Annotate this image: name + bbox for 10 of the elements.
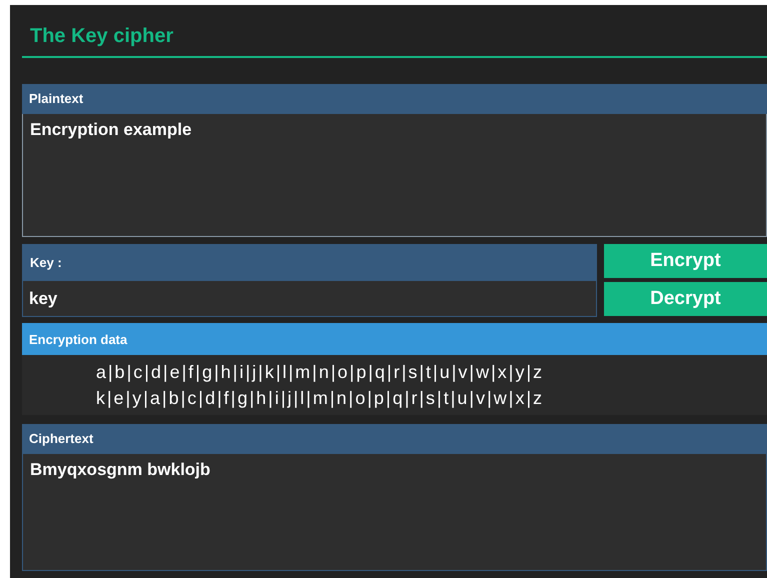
section-header: Ciphertext bbox=[22, 424, 767, 454]
ciphertext-field[interactable]: Bmyqxosgnm bwklojb bbox=[22, 454, 767, 571]
section-header: Encryption data bbox=[22, 323, 767, 355]
key-field[interactable]: key bbox=[23, 281, 596, 316]
plaintext-field[interactable]: Encryption example bbox=[22, 114, 767, 237]
alphabet-row-text: a|b|c|d|e|f|g|h|i|j|k|l|m|n|o|p|q|r|s|t|u|v|w|x|y|z bbox=[96, 361, 545, 384]
alphabet-row-text: k|e|y|a|b|c|d|f|g|h|i|j|l|m|n|o|p|q|r|s|t|u|v|w|x|z bbox=[96, 387, 545, 410]
section-header: Key : bbox=[23, 245, 596, 281]
page-title: The Key cipher bbox=[30, 24, 174, 49]
section-header: Plaintext bbox=[22, 84, 767, 114]
